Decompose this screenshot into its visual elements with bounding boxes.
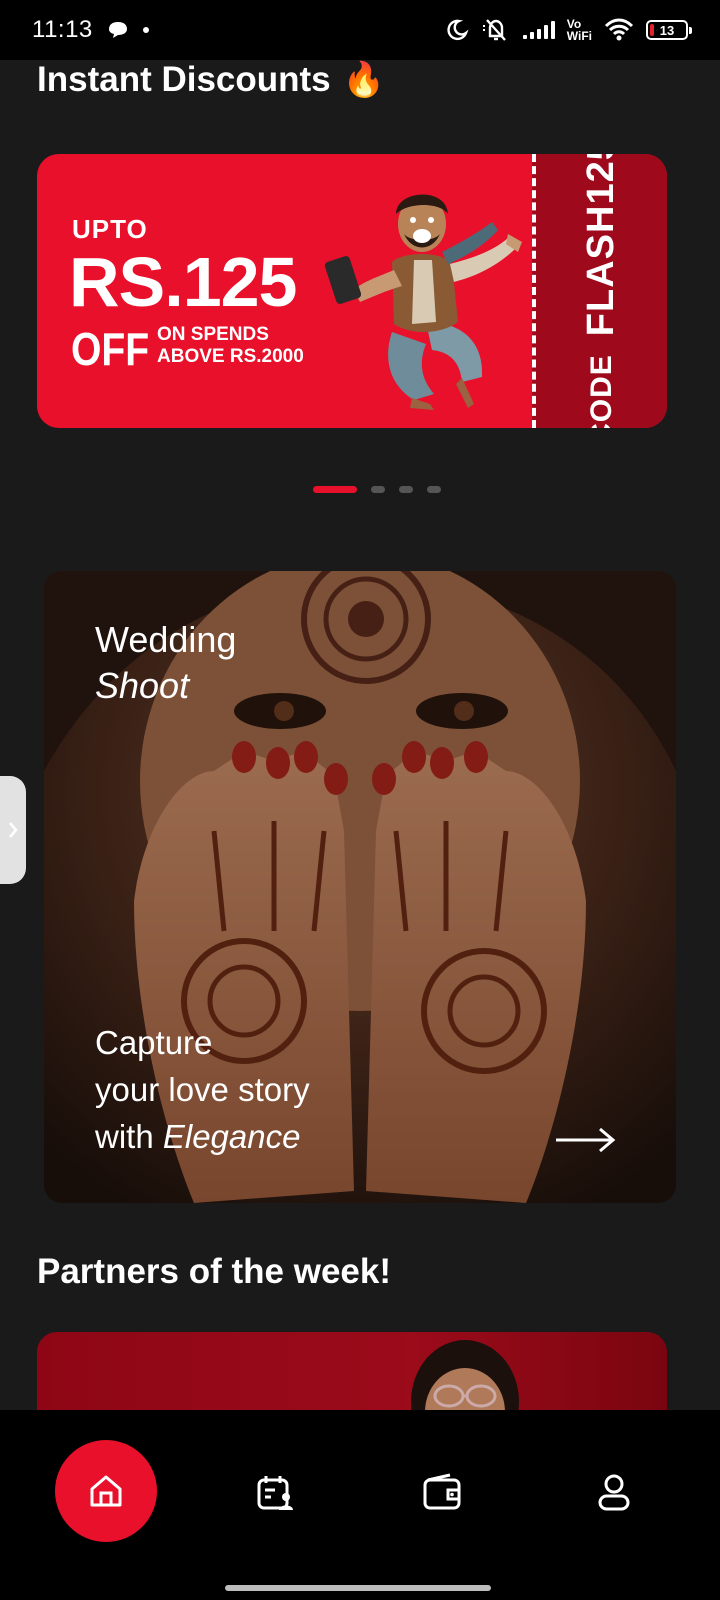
muted-bell-icon (482, 19, 506, 41)
coupon-spend-condition: ON SPENDS ABOVE RS.2000 (157, 324, 304, 368)
chevron-right-icon (9, 822, 18, 838)
coupon-amount: RS.125 (69, 243, 297, 321)
wallet-icon (423, 1473, 461, 1510)
partners-title: Partners of the week! (37, 1252, 391, 1292)
partners-label: Partners of the week! (37, 1252, 391, 1291)
wedding-shoot-card[interactable]: Wedding Shoot Capture your love story wi… (44, 571, 676, 1203)
carousel-dot[interactable] (371, 486, 385, 493)
signal-strength-icon (522, 21, 555, 39)
carousel-dot[interactable] (427, 486, 441, 493)
coupon-code: FLASH125 (580, 154, 622, 336)
coupon-main: UPTO RS.125 OFF ON SPENDS ABOVE RS.2000 (37, 154, 532, 428)
coupon-upto: UPTO (72, 214, 148, 244)
jumping-man-illustration (324, 194, 522, 410)
wedding-shoot-title: Wedding Shoot (95, 617, 236, 709)
battery-level: 13 (659, 22, 675, 38)
nav-bookings-button[interactable] (251, 1468, 299, 1516)
do-not-disturb-moon-icon (447, 19, 469, 41)
carousel-dot-active[interactable] (313, 486, 357, 493)
wedding-title-line2: Shoot (95, 665, 190, 706)
coupon-code-text: CODE FLASH125 (580, 154, 623, 428)
coupon-spends-line2: ABOVE RS.2000 (157, 346, 304, 367)
nav-wallet-button[interactable] (418, 1468, 466, 1516)
nav-profile-button[interactable] (590, 1468, 638, 1516)
coupon-spends-line1: ON SPENDS (157, 324, 269, 345)
carousel-dot[interactable] (399, 486, 413, 493)
coupon-off: OFF (71, 323, 150, 375)
instant-discounts-title: Instant Discounts 🔥 (37, 60, 385, 100)
wifi-icon (604, 18, 634, 41)
arrow-right-icon[interactable] (554, 1126, 616, 1154)
wedding-caption-line2: your love story (95, 1071, 310, 1108)
bottom-navigation (0, 1410, 720, 1600)
vowifi-wifi-label: WiFi (566, 29, 592, 43)
wedding-caption: Capture your love story with Elegance (95, 1019, 310, 1160)
notification-dot (142, 27, 149, 33)
battery-icon: 13 (646, 20, 692, 40)
fire-icon: 🔥 (342, 61, 385, 99)
carousel-pagination (313, 486, 441, 493)
chat-bubble-icon (108, 22, 127, 38)
vowifi-indicator: Vo WiFi (567, 18, 592, 42)
wedding-caption-line3: with Elegance (95, 1118, 301, 1155)
discount-coupon-card[interactable]: UPTO RS.125 OFF ON SPENDS ABOVE RS.2000 (37, 154, 667, 428)
system-home-indicator[interactable] (225, 1585, 491, 1591)
status-time: 11:13 (32, 16, 93, 43)
home-icon (90, 1475, 122, 1507)
coupon-code-label: CODE (584, 353, 618, 428)
coupon-code-stub[interactable]: CODE FLASH125 (532, 154, 667, 428)
status-left: 11:13 (32, 16, 149, 44)
status-bar: 11:13 Vo WiFi 13 (0, 0, 720, 60)
nav-home-button[interactable] (55, 1440, 157, 1542)
status-right: Vo WiFi 13 (445, 17, 692, 43)
wedding-caption-line1: Capture (95, 1024, 213, 1061)
instant-discounts-label: Instant Discounts (37, 60, 331, 99)
profile-icon (598, 1474, 630, 1511)
side-drawer-handle[interactable] (0, 776, 26, 884)
wedding-title-line1: Wedding (95, 619, 237, 660)
booking-calendar-icon (257, 1476, 293, 1510)
